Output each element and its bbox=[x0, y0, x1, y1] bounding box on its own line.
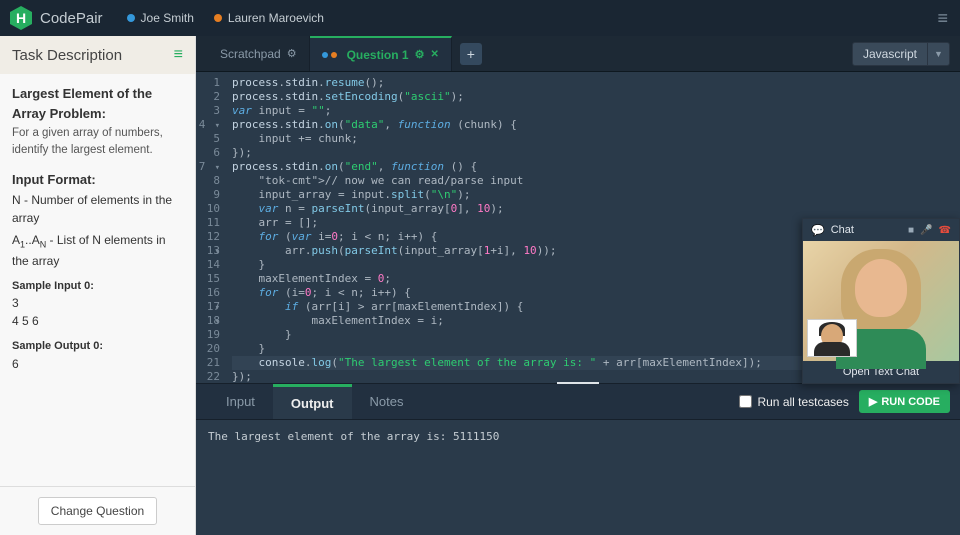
sidebar-title: Task Description bbox=[12, 47, 122, 64]
menu-icon[interactable]: ≡ bbox=[937, 8, 948, 29]
video-main[interactable] bbox=[803, 241, 959, 361]
sidebar-footer: Change Question bbox=[0, 486, 195, 535]
topbar: H CodePair Joe Smith Lauren Maroevich ≡ bbox=[0, 0, 960, 36]
mic-icon[interactable]: 🎤 bbox=[920, 225, 932, 236]
tab-input[interactable]: Input bbox=[208, 384, 273, 419]
run-all-label: Run all testcases bbox=[757, 395, 848, 409]
editor-area: Scratchpad ⚙ Question 1 ⚙ ✕ + Javascript… bbox=[196, 36, 960, 535]
logo-letter: H bbox=[16, 10, 26, 26]
gear-icon[interactable]: ⚙ bbox=[287, 47, 297, 60]
app-name: CodePair bbox=[40, 10, 103, 27]
editor-tabbar: Scratchpad ⚙ Question 1 ⚙ ✕ + Javascript… bbox=[196, 36, 960, 72]
remote-participant-video bbox=[855, 259, 907, 317]
chevron-down-icon: ▼ bbox=[927, 43, 949, 65]
change-question-button[interactable]: Change Question bbox=[38, 497, 157, 525]
tab-scratchpad[interactable]: Scratchpad ⚙ bbox=[208, 36, 310, 71]
tab-label: Scratchpad bbox=[220, 47, 281, 61]
chat-panel: 💬 Chat ■ 🎤 ☎ Open Text Chat bbox=[802, 218, 960, 384]
sample-input-line: 3 bbox=[12, 294, 183, 312]
add-tab-button[interactable]: + bbox=[460, 43, 482, 65]
sample-input-label: Sample Input 0: bbox=[12, 278, 183, 295]
sidebar-menu-icon[interactable]: ≡ bbox=[174, 46, 183, 64]
gear-icon[interactable]: ⚙ bbox=[415, 48, 425, 61]
input-format-label: Input Format: bbox=[12, 170, 183, 190]
task-sidebar: Task Description ≡ Largest Element of th… bbox=[0, 36, 196, 535]
self-video-thumbnail[interactable] bbox=[807, 319, 857, 357]
language-select[interactable]: Javascript ▼ bbox=[852, 42, 950, 66]
participant-1: Joe Smith bbox=[127, 11, 194, 25]
sample-output-label: Sample Output 0: bbox=[12, 338, 183, 355]
sample-output-line: 6 bbox=[12, 355, 183, 373]
run-all-checkbox[interactable]: Run all testcases bbox=[739, 395, 848, 409]
tab-notes[interactable]: Notes bbox=[352, 384, 422, 419]
bottom-panel: ▴▾ Input Output Notes Run all testcases … bbox=[196, 383, 960, 535]
input-line-1: N - Number of elements in the array bbox=[12, 191, 183, 227]
tab-label: Question 1 bbox=[347, 48, 409, 62]
presence-dot-icon bbox=[127, 14, 135, 22]
tab-question-1[interactable]: Question 1 ⚙ ✕ bbox=[310, 36, 452, 71]
sample-input-line: 4 5 6 bbox=[12, 312, 183, 330]
hangup-icon[interactable]: ☎ bbox=[939, 225, 951, 236]
line-gutter: 1234 ▾567 ▾89101112 ▾13141516 ▾17 ▾18192… bbox=[196, 72, 226, 383]
sidebar-header: Task Description ≡ bbox=[0, 36, 195, 74]
play-icon: ▶ bbox=[869, 395, 877, 408]
chat-title: Chat bbox=[831, 224, 854, 236]
chat-bubble-icon: 💬 bbox=[811, 224, 825, 237]
language-label: Javascript bbox=[853, 47, 927, 61]
task-body: Largest Element of the Array Problem: Fo… bbox=[0, 74, 195, 486]
input-line-2: A1..AN - List of N elements in the array bbox=[12, 231, 183, 270]
chat-header: 💬 Chat ■ 🎤 ☎ bbox=[803, 219, 959, 241]
problem-desc: For a given array of numbers, identify t… bbox=[12, 125, 183, 160]
logo-hex: H bbox=[10, 6, 32, 30]
run-all-input[interactable] bbox=[739, 395, 752, 408]
participant-name: Joe Smith bbox=[141, 11, 194, 25]
participant-name: Lauren Maroevich bbox=[228, 11, 324, 25]
console-output: The largest element of the array is: 511… bbox=[196, 420, 960, 535]
run-code-button[interactable]: ▶ RUN CODE bbox=[859, 390, 950, 413]
close-icon[interactable]: ✕ bbox=[430, 49, 438, 60]
problem-title: Largest Element of the Array Problem: bbox=[12, 84, 183, 123]
presence-dot-icon bbox=[214, 14, 222, 22]
tab-output[interactable]: Output bbox=[273, 384, 352, 419]
participant-2: Lauren Maroevich bbox=[214, 11, 324, 25]
run-code-label: RUN CODE bbox=[881, 396, 940, 408]
bottom-tabs: Input Output Notes Run all testcases ▶ R… bbox=[196, 384, 960, 420]
presence-dots bbox=[322, 52, 337, 58]
video-icon[interactable]: ■ bbox=[908, 225, 914, 236]
